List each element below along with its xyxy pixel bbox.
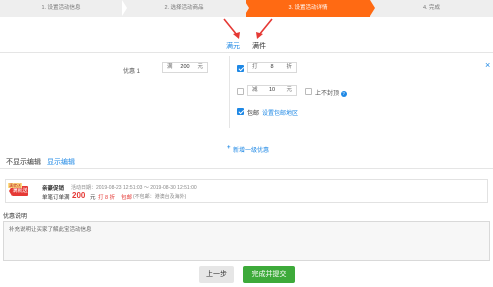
free-shipping-checkbox[interactable] [237,108,244,115]
step-divider [244,0,249,16]
step-4-label: 4. 完成 [422,5,441,11]
column-divider [229,56,230,128]
step-2-label: 2. 选择活动商品 [164,5,204,11]
promo-discount: 打 8 折 [98,195,116,201]
prev-button[interactable]: 上一步 [199,266,234,283]
threshold-suffix: 元 [197,64,203,70]
submit-button[interactable]: 完成并提交 [243,266,295,283]
promo-badge-tag: 满就送 [8,183,22,188]
add-tier-link[interactable]: 新增一级优惠 [233,145,269,154]
step-4: 4. 完成 [370,0,493,17]
divider [0,168,493,169]
step-divider [370,0,375,16]
step-1-label: 1. 设置活动信息 [41,5,81,11]
divider [0,52,493,53]
no-cap-checkbox[interactable] [305,88,312,95]
reduce-input[interactable]: 减 10 元 [247,85,297,96]
help-icon[interactable]: ? [340,91,347,97]
tier-label: 优惠 1 [123,69,141,75]
promo-note: (不包邮：港澳台及海外) [133,194,187,200]
free-shipping-label: 包邮 [247,111,260,117]
step-3: 3. 设置活动详情 [246,0,370,17]
description-text: 补充说明让买家了解此宝活动信息 [9,227,92,233]
tab-hide-edit[interactable]: 不显示编辑 [6,157,41,167]
no-cap-text: 上不封顶 [315,91,340,97]
threshold-input[interactable]: 满 200 元 [162,62,208,73]
promo-line-prefix: 单笔订单满 [42,195,70,201]
annotation-arrows [223,18,273,39]
step-2: 2. 选择活动商品 [122,0,246,17]
promo-shipping: 包邮 [121,195,133,201]
description-textarea[interactable]: 补充说明让买家了解此宝活动信息 [3,221,490,261]
discount-checkbox[interactable] [237,65,244,72]
promo-badge-text: 满就送 [12,188,28,194]
description-label: 优惠说明 [3,214,28,220]
reduce-checkbox[interactable] [237,88,244,95]
steps-bar: 1. 设置活动信息 2. 选择活动商品 3. 设置活动详情 4. 完成 [0,0,493,17]
no-cap-label: 上不封顶 ? [315,88,347,97]
close-icon[interactable]: × [485,61,490,70]
promo-unit: 元 [90,195,96,201]
shipping-region-link[interactable]: 设置包邮地区 [262,108,298,117]
step-3-label: 3. 设置活动详情 [288,5,328,11]
tab-man-jian[interactable]: 满件 [252,41,266,51]
promo-preview: 满就送 满就送 亲豪促销 活动日期：2019-08-23 12:51:03 ～ … [5,179,488,203]
plus-icon[interactable]: + [227,145,231,151]
discount-suffix: 折 [286,64,292,70]
promo-amount: 200 [72,191,86,200]
discount-input[interactable]: 打 8 折 [247,62,297,73]
reduce-suffix: 元 [286,87,292,93]
step-1: 1. 设置活动信息 [0,0,122,17]
step-divider [122,0,127,16]
promo-title: 亲豪促销 [42,186,65,192]
promo-dates: 活动日期：2019-08-23 12:51:03 ～ 2019-08-30 12… [71,185,197,191]
